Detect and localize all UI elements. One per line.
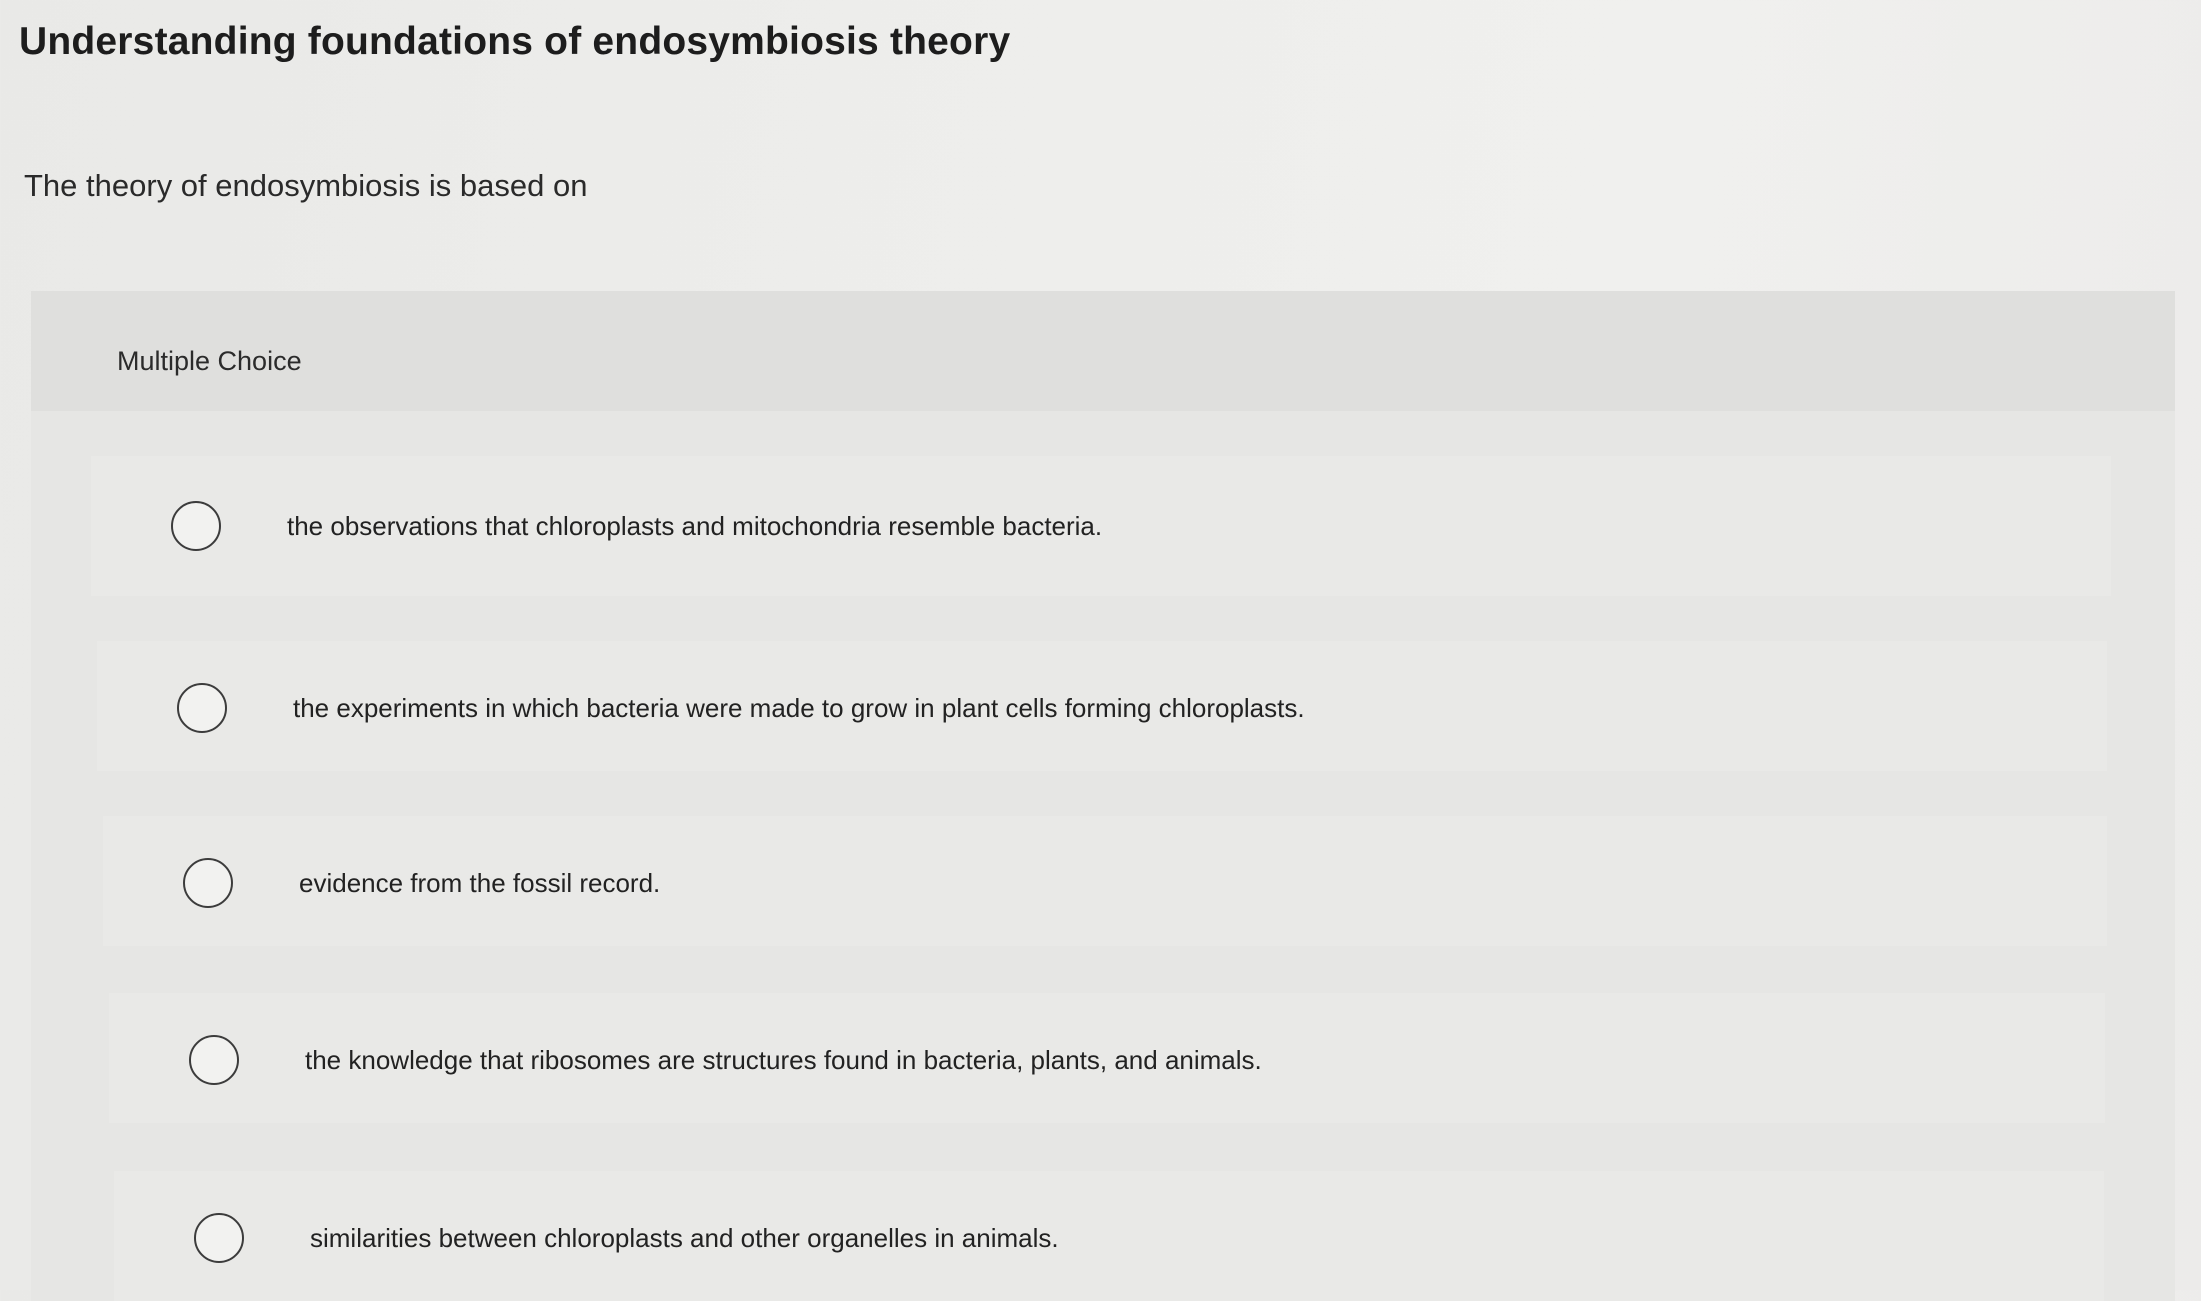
multiple-choice-panel: Multiple Choice the observations that ch… [31,291,2175,1301]
radio-button-icon[interactable] [194,1213,244,1263]
choice-option-2[interactable]: the experiments in which bacteria were m… [97,641,2107,771]
choice-option-4[interactable]: the knowledge that ribosomes are structu… [109,993,2105,1123]
panel-header: Multiple Choice [31,291,2175,411]
question-title: Understanding foundations of endosymbios… [19,20,1011,63]
multiple-choice-label: Multiple Choice [117,346,302,376]
radio-button-icon[interactable] [183,858,233,908]
radio-button-icon[interactable] [189,1035,239,1085]
question-prompt: The theory of endosymbiosis is based on [24,168,588,203]
choice-option-5[interactable]: similarities between chloroplasts and ot… [114,1171,2104,1301]
choice-option-text: the experiments in which bacteria were m… [293,693,1305,723]
choice-option-text: evidence from the fossil record. [299,868,661,898]
choice-option-text: the knowledge that ribosomes are structu… [305,1045,1262,1075]
choice-option-text: the observations that chloroplasts and m… [287,511,1103,541]
choice-option-1[interactable]: the observations that chloroplasts and m… [91,456,2111,596]
radio-button-icon[interactable] [177,683,227,733]
choice-option-text: similarities between chloroplasts and ot… [310,1223,1059,1253]
radio-button-icon[interactable] [171,501,221,551]
choice-option-3[interactable]: evidence from the fossil record. [103,816,2107,946]
